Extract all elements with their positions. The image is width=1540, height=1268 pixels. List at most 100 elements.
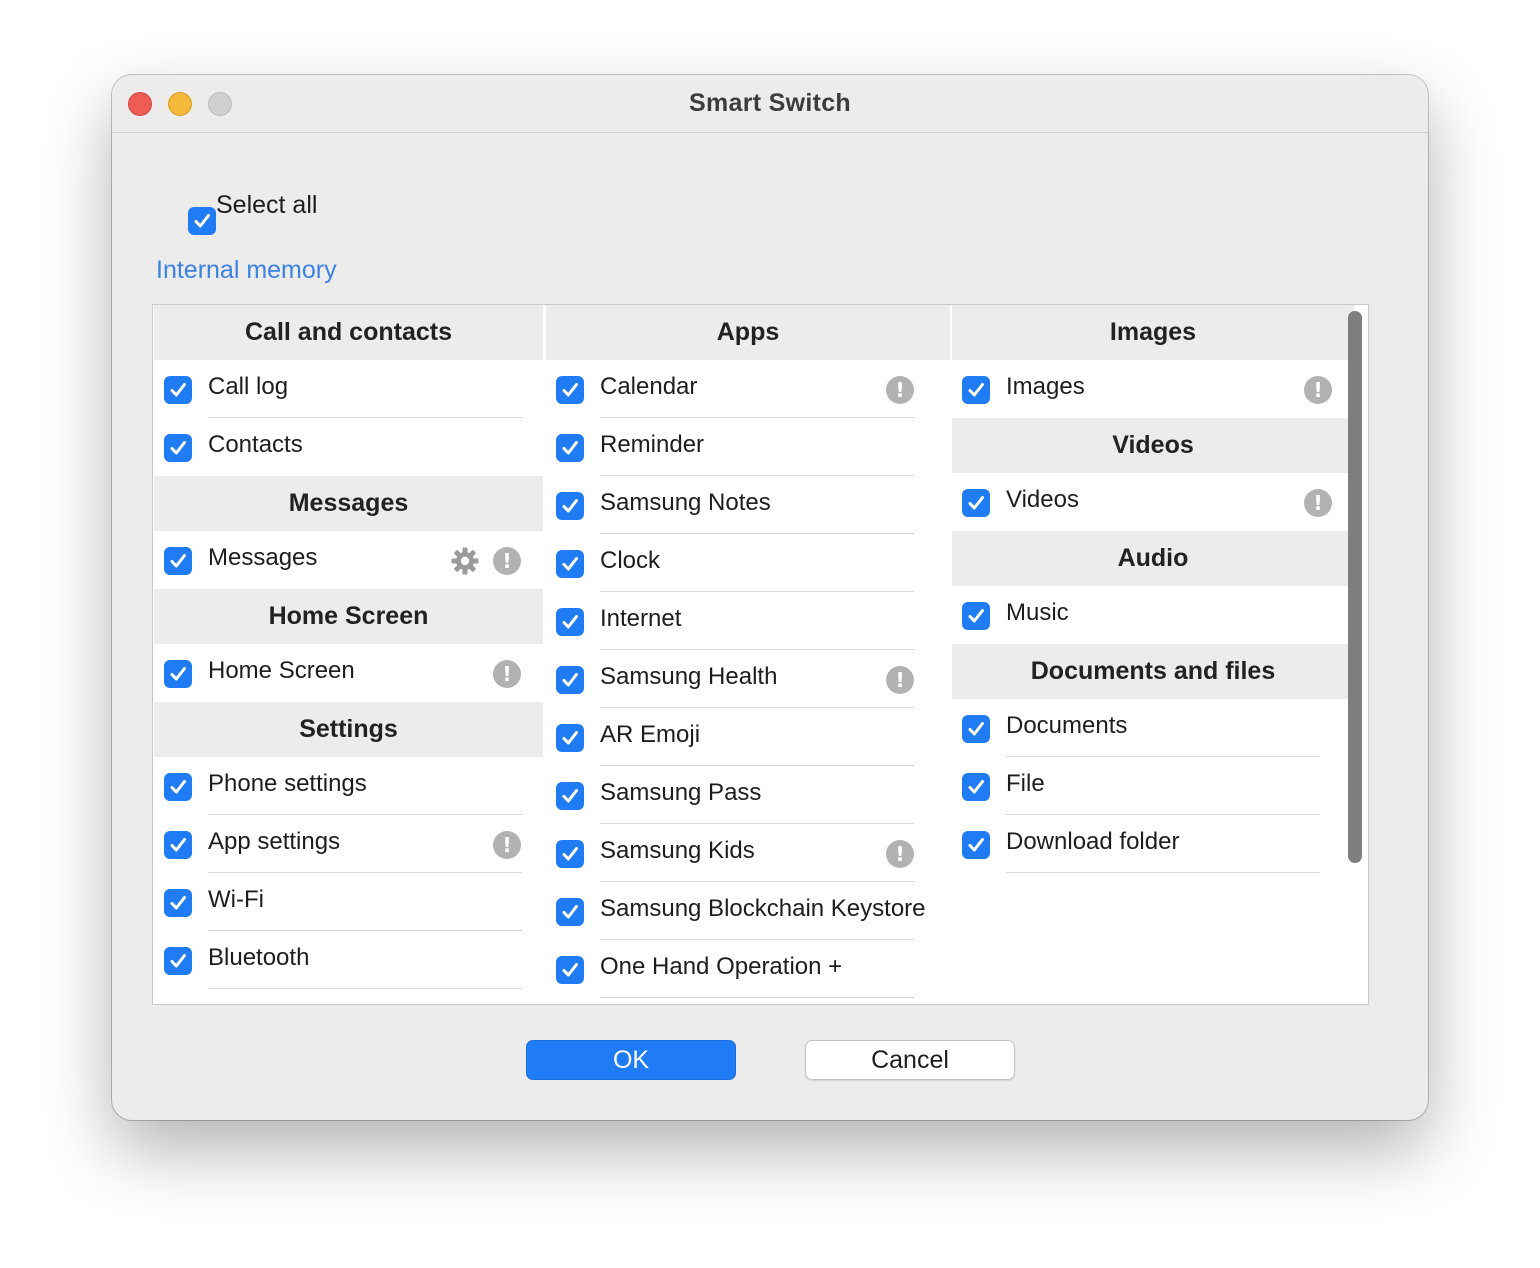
- item-label: Samsung Health: [600, 663, 778, 690]
- item-label: Phone settings: [208, 770, 367, 797]
- item-label: App settings: [208, 828, 341, 855]
- gear-icon[interactable]: [449, 545, 481, 577]
- info-icon[interactable]: !: [1304, 376, 1332, 404]
- checkmark-icon[interactable]: [556, 376, 584, 404]
- item-label: Home Screen: [208, 657, 355, 684]
- list-item[interactable]: Call log: [154, 360, 543, 418]
- item-label: One Hand Operation +: [600, 953, 843, 980]
- list-item[interactable]: Samsung Pass: [546, 766, 950, 824]
- checkmark-icon[interactable]: [188, 207, 216, 235]
- title-bar: Smart Switch: [112, 75, 1428, 133]
- group-header: Videos: [952, 418, 1354, 473]
- checkmark-icon[interactable]: [164, 660, 192, 688]
- info-icon[interactable]: !: [886, 840, 914, 868]
- checkmark-icon[interactable]: [556, 956, 584, 984]
- select-all-label: Select all: [216, 190, 318, 219]
- column-1: Call and contacts Call log Contacts Message…: [154, 305, 543, 989]
- item-label: Music: [1006, 599, 1069, 626]
- group-header: Audio: [952, 531, 1354, 586]
- list-item[interactable]: Messages!: [154, 531, 543, 589]
- list-item[interactable]: Samsung Kids!: [546, 824, 950, 882]
- checkmark-icon[interactable]: [164, 547, 192, 575]
- group-header: Messages: [154, 476, 543, 531]
- info-icon[interactable]: !: [886, 376, 914, 404]
- item-label: Calendar: [600, 373, 698, 400]
- smart-switch-window: Smart Switch Select all Internal memory …: [112, 75, 1428, 1120]
- list-item[interactable]: Clock: [546, 534, 950, 592]
- list-item[interactable]: Images!: [952, 360, 1354, 418]
- item-label: Samsung Notes: [600, 489, 771, 516]
- item-label: Clock: [600, 547, 661, 574]
- list-item[interactable]: Internet: [546, 592, 950, 650]
- checkmark-icon[interactable]: [556, 782, 584, 810]
- list-item[interactable]: Contacts: [154, 418, 543, 476]
- select-all-checkbox[interactable]: Select all: [178, 190, 318, 235]
- checkmark-icon[interactable]: [556, 724, 584, 752]
- ok-button[interactable]: OK: [526, 1040, 736, 1080]
- group-header: Documents and files: [952, 644, 1354, 699]
- row-divider: [208, 988, 522, 989]
- list-item[interactable]: Home Screen!: [154, 644, 543, 702]
- checkmark-icon[interactable]: [962, 602, 990, 630]
- item-label: File: [1006, 770, 1045, 797]
- item-label: AR Emoji: [600, 721, 701, 748]
- list-item[interactable]: Videos!: [952, 473, 1354, 531]
- list-item[interactable]: Samsung Blockchain Keystore: [546, 882, 950, 940]
- list-item[interactable]: File: [952, 757, 1354, 815]
- row-divider: [1006, 872, 1320, 873]
- info-icon[interactable]: !: [493, 547, 521, 575]
- list-item[interactable]: Documents: [952, 699, 1354, 757]
- list-item[interactable]: Music: [952, 586, 1354, 644]
- info-icon[interactable]: !: [493, 660, 521, 688]
- checkmark-icon[interactable]: [962, 376, 990, 404]
- checkmark-icon[interactable]: [556, 666, 584, 694]
- group-header: Apps: [546, 305, 950, 360]
- list-item[interactable]: Samsung Health!: [546, 650, 950, 708]
- checkmark-icon[interactable]: [556, 840, 584, 868]
- item-label: Bluetooth: [208, 944, 310, 971]
- list-item[interactable]: Phone settings: [154, 757, 543, 815]
- column-2: Apps Calendar! Reminder Samsung Notes Clock I…: [546, 305, 950, 998]
- list-item[interactable]: Samsung Notes: [546, 476, 950, 534]
- checkmark-icon[interactable]: [164, 434, 192, 462]
- item-label: Images: [1006, 373, 1085, 400]
- list-item[interactable]: Calendar!: [546, 360, 950, 418]
- item-label: Contacts: [208, 431, 303, 458]
- item-label: Call log: [208, 373, 289, 400]
- window-title: Smart Switch: [689, 89, 851, 117]
- column-3: Images Images! Videos Videos! Audio Music Docu…: [952, 305, 1354, 873]
- list-item[interactable]: Wi-Fi: [154, 873, 543, 931]
- cancel-button[interactable]: Cancel: [805, 1040, 1015, 1080]
- group-header: Images: [952, 305, 1354, 360]
- checkmark-icon[interactable]: [962, 831, 990, 859]
- checkmark-icon[interactable]: [164, 376, 192, 404]
- checkmark-icon[interactable]: [556, 608, 584, 636]
- checkmark-icon[interactable]: [962, 489, 990, 517]
- checkmark-icon[interactable]: [164, 947, 192, 975]
- info-icon[interactable]: !: [493, 831, 521, 859]
- list-item[interactable]: AR Emoji: [546, 708, 950, 766]
- row-divider: [600, 997, 914, 998]
- item-label: Samsung Pass: [600, 779, 762, 806]
- checkmark-icon[interactable]: [556, 550, 584, 578]
- checkmark-icon[interactable]: [556, 898, 584, 926]
- group-header: Home Screen: [154, 589, 543, 644]
- list-item[interactable]: App settings!: [154, 815, 543, 873]
- info-icon[interactable]: !: [1304, 489, 1332, 517]
- checkmark-icon[interactable]: [556, 434, 584, 462]
- checkmark-icon[interactable]: [556, 492, 584, 520]
- list-item[interactable]: Bluetooth: [154, 931, 543, 989]
- checkmark-icon[interactable]: [164, 889, 192, 917]
- list-item[interactable]: One Hand Operation +: [546, 940, 950, 998]
- checkmark-icon[interactable]: [164, 831, 192, 859]
- item-label: Samsung Blockchain Keystore: [600, 895, 926, 922]
- item-label: Messages: [208, 544, 318, 571]
- checkmark-icon[interactable]: [962, 715, 990, 743]
- list-item[interactable]: Download folder: [952, 815, 1354, 873]
- list-item[interactable]: Reminder: [546, 418, 950, 476]
- checkmark-icon[interactable]: [164, 773, 192, 801]
- checkmark-icon[interactable]: [962, 773, 990, 801]
- info-icon[interactable]: !: [886, 666, 914, 694]
- scrollbar-thumb[interactable]: [1348, 311, 1362, 863]
- group-header: Call and contacts: [154, 305, 543, 360]
